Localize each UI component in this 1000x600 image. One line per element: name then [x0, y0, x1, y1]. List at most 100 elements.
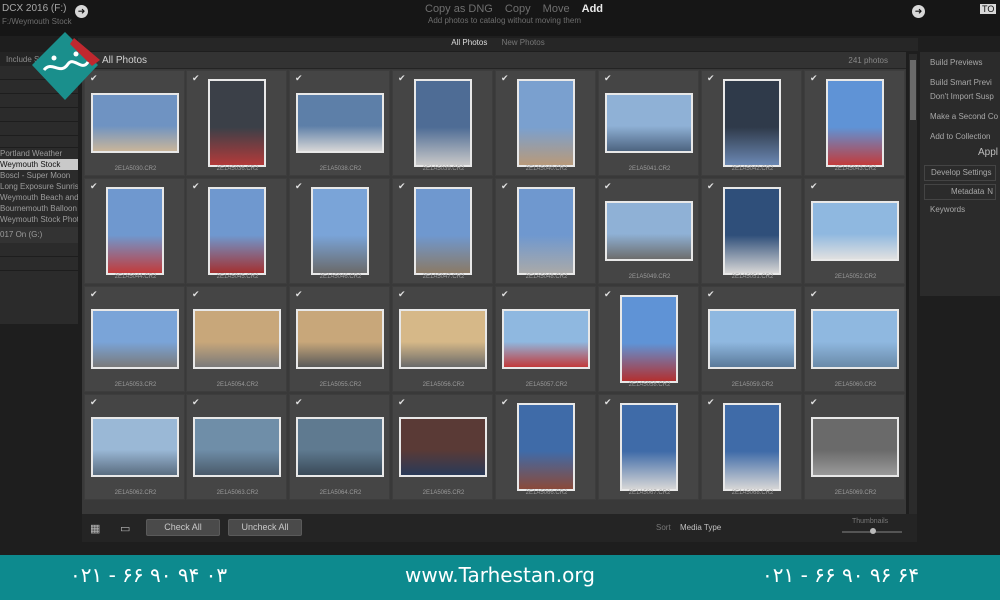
include-checkbox[interactable]: ✔: [192, 397, 200, 408]
photo-thumbnail-cell[interactable]: ✔ 2E1A5046.CR2: [289, 178, 390, 284]
include-checkbox[interactable]: ✔: [604, 289, 612, 300]
photo-thumbnail[interactable]: [106, 187, 164, 275]
grid-view-icon[interactable]: ▦: [90, 522, 100, 535]
photo-thumbnail[interactable]: [723, 79, 781, 167]
metadata-select[interactable]: Metadata N: [924, 184, 996, 200]
thumbnail-size-slider[interactable]: [842, 528, 902, 534]
photo-thumbnail[interactable]: [91, 417, 179, 477]
photo-thumbnail-cell[interactable]: ✔ 2E1A5053.CR2: [84, 286, 185, 392]
source-slot[interactable]: [0, 136, 78, 148]
tab-new-photos[interactable]: New Photos: [502, 38, 545, 47]
photo-thumbnail-cell[interactable]: ✔ 2E1A5039.CR2: [392, 70, 493, 176]
photo-thumbnail-cell[interactable]: ✔ 2E1A5047.CR2: [392, 178, 493, 284]
photo-thumbnail[interactable]: [811, 417, 899, 477]
phone-left[interactable]: ۰۲۱ - ۶۶ ۹۰ ۹۴ ۰۳: [70, 563, 227, 587]
photo-thumbnail-cell[interactable]: ✔ 2E1A5045.CR2: [186, 178, 287, 284]
photo-thumbnail[interactable]: [605, 93, 693, 153]
photo-thumbnail[interactable]: [414, 187, 472, 275]
uncheck-all-button[interactable]: Uncheck All: [228, 519, 302, 536]
include-checkbox[interactable]: ✔: [604, 397, 612, 408]
photo-thumbnail[interactable]: [620, 295, 678, 383]
photo-thumbnail-cell[interactable]: ✔ 2E1A5044.CR2: [84, 178, 185, 284]
folder-item[interactable]: Portland Weather: [0, 148, 78, 159]
photo-thumbnail[interactable]: [399, 309, 487, 369]
photo-thumbnail[interactable]: [311, 187, 369, 275]
photo-thumbnail-cell[interactable]: ✔ 2E1A5069.CR2: [804, 394, 905, 500]
keywords-field[interactable]: Keywords: [920, 203, 1000, 217]
photo-thumbnail[interactable]: [91, 93, 179, 153]
destination-arrow-icon[interactable]: ➜: [912, 5, 925, 18]
mode-move[interactable]: Move: [543, 3, 570, 15]
photo-thumbnail-cell[interactable]: ✔ 2E1A5066.CR2: [495, 394, 596, 500]
photo-thumbnail[interactable]: [723, 403, 781, 491]
include-checkbox[interactable]: ✔: [90, 181, 98, 192]
include-checkbox[interactable]: ✔: [707, 397, 715, 408]
photo-thumbnail[interactable]: [826, 79, 884, 167]
photo-thumbnail[interactable]: [517, 79, 575, 167]
photo-thumbnail-cell[interactable]: ✔ 2E1A5042.CR2: [701, 70, 802, 176]
photo-thumbnail[interactable]: [193, 417, 281, 477]
add-to-collection[interactable]: Add to Collection: [920, 130, 1000, 144]
photo-thumbnail-cell[interactable]: ✔ 2E1A5062.CR2: [84, 394, 185, 500]
build-smart-previews[interactable]: Build Smart Previ: [920, 76, 1000, 90]
tab-all-photos[interactable]: All Photos: [451, 38, 487, 47]
include-checkbox[interactable]: ✔: [192, 289, 200, 300]
include-checkbox[interactable]: ✔: [604, 181, 612, 192]
include-checkbox[interactable]: ✔: [295, 397, 303, 408]
folder-item-selected[interactable]: Weymouth Stock: [0, 159, 78, 170]
dont-import-suspected[interactable]: Don't Import Susp: [920, 90, 1000, 104]
include-checkbox[interactable]: ✔: [501, 181, 509, 192]
photo-thumbnail[interactable]: [208, 79, 266, 167]
photo-thumbnail-cell[interactable]: ✔ 2E1A5036.CR2: [186, 70, 287, 176]
photo-thumbnail-cell[interactable]: ✔ 2E1A5041.CR2: [598, 70, 699, 176]
include-checkbox[interactable]: ✔: [398, 289, 406, 300]
folder-item[interactable]: Weymouth Stock Phot...: [0, 214, 78, 225]
include-checkbox[interactable]: ✔: [398, 181, 406, 192]
website-link[interactable]: www.Tarhestan.org: [405, 563, 595, 587]
phone-right[interactable]: ۰۲۱ - ۶۶ ۹۰ ۹۶ ۶۴: [762, 563, 919, 587]
check-all-button[interactable]: Check All: [146, 519, 220, 536]
source-slot[interactable]: [0, 243, 78, 257]
include-checkbox[interactable]: ✔: [604, 73, 612, 84]
develop-settings-select[interactable]: Develop Settings N: [924, 165, 996, 181]
photo-thumbnail-cell[interactable]: ✔ 2E1A5059.CR2: [701, 286, 802, 392]
photo-thumbnail[interactable]: [811, 309, 899, 369]
photo-thumbnail[interactable]: [605, 201, 693, 261]
photo-thumbnail-cell[interactable]: ✔ 2E1A5060.CR2: [804, 286, 905, 392]
photo-thumbnail-cell[interactable]: ✔ 2E1A5049.CR2: [598, 178, 699, 284]
include-checkbox[interactable]: ✔: [90, 397, 98, 408]
photo-thumbnail-cell[interactable]: ✔ 2E1A5052.CR2: [804, 178, 905, 284]
source-arrow-icon[interactable]: ➜: [75, 5, 88, 18]
photo-thumbnail-cell[interactable]: ✔ 2E1A5068.CR2: [701, 394, 802, 500]
photo-thumbnail[interactable]: [91, 309, 179, 369]
folder-item[interactable]: Weymouth Beach and ...: [0, 192, 78, 203]
source-title[interactable]: DCX 2016 (F:): [2, 3, 66, 14]
folder-item[interactable]: Boscl - Super Moon: [0, 170, 78, 181]
volume-item[interactable]: 017 On (G:): [0, 227, 78, 243]
photo-thumbnail-cell[interactable]: ✔ 2E1A5056.CR2: [392, 286, 493, 392]
photo-thumbnail[interactable]: [517, 403, 575, 491]
mode-add[interactable]: Add: [582, 3, 603, 15]
photo-thumbnail-cell[interactable]: ✔ 2E1A5043.CR2: [804, 70, 905, 176]
source-slot[interactable]: [0, 108, 78, 122]
sort-select[interactable]: Media Type: [680, 523, 721, 532]
photo-thumbnail[interactable]: [723, 187, 781, 275]
photo-thumbnail[interactable]: [399, 417, 487, 477]
include-checkbox[interactable]: ✔: [707, 73, 715, 84]
photo-thumbnail[interactable]: [208, 187, 266, 275]
photo-thumbnail-cell[interactable]: ✔ 2E1A5064.CR2: [289, 394, 390, 500]
mode-copy[interactable]: Copy: [505, 3, 531, 15]
photo-thumbnail-cell[interactable]: ✔ 2E1A5063.CR2: [186, 394, 287, 500]
include-checkbox[interactable]: ✔: [810, 397, 818, 408]
photo-thumbnail[interactable]: [414, 79, 472, 167]
photo-thumbnail[interactable]: [811, 201, 899, 261]
folder-item[interactable]: Long Exposure Sunris...: [0, 181, 78, 192]
include-checkbox[interactable]: ✔: [707, 289, 715, 300]
photo-thumbnail[interactable]: [708, 309, 796, 369]
photo-thumbnail-cell[interactable]: ✔ 2E1A5058.CR2: [598, 286, 699, 392]
photo-thumbnail[interactable]: [296, 309, 384, 369]
photo-thumbnail-cell[interactable]: ✔ 2E1A5054.CR2: [186, 286, 287, 392]
loupe-view-icon[interactable]: ▭: [120, 522, 130, 535]
photo-thumbnail[interactable]: [502, 309, 590, 369]
photo-thumbnail-cell[interactable]: ✔ 2E1A5057.CR2: [495, 286, 596, 392]
